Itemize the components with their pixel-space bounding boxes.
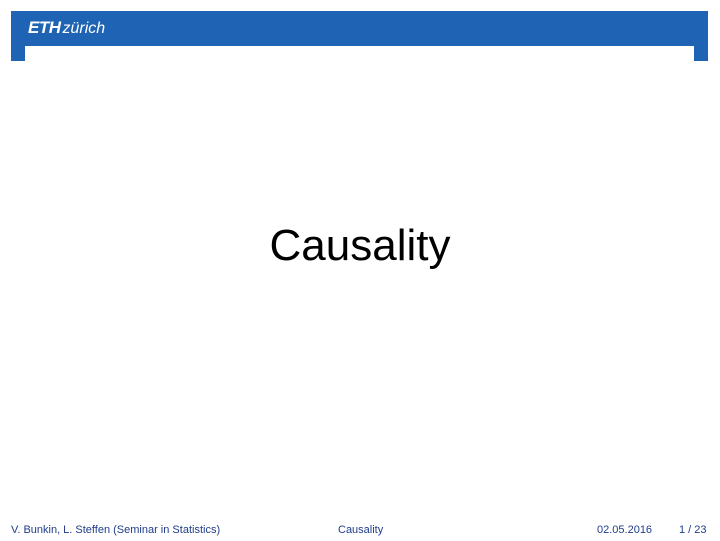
header-right-tab	[694, 46, 708, 61]
eth-zurich-logo: ETH zürich	[28, 18, 105, 40]
footer-date: 02.05.2016	[597, 524, 653, 536]
footer-page-number: 1 / 23	[679, 524, 707, 536]
logo-eth-text: ETH	[28, 18, 61, 37]
footer-authors: V. Bunkin, L. Steffen (Seminar in Statis…	[11, 524, 221, 536]
header-bar	[11, 11, 708, 46]
slide: ETH zürich Causality V. Bunkin, L. Steff…	[0, 0, 720, 541]
logo-zurich-text: zürich	[62, 20, 106, 37]
header-left-tab	[11, 46, 25, 61]
footer-title: Causality	[338, 524, 384, 536]
slide-title: Causality	[269, 221, 451, 270]
